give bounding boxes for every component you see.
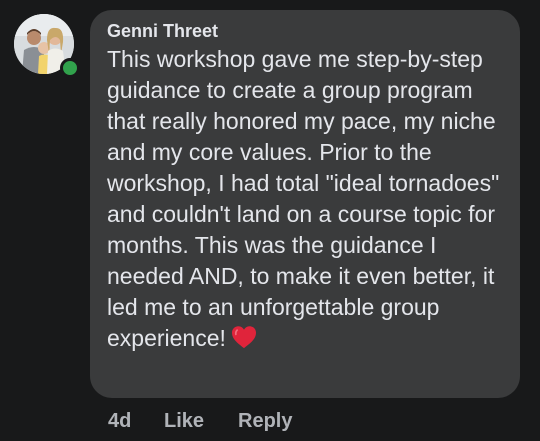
reply-button[interactable]: Reply [238, 410, 292, 433]
heart-icon [231, 326, 256, 349]
avatar-container[interactable] [14, 14, 80, 78]
comment-timestamp[interactable]: 4d [108, 410, 164, 433]
comment-bubble: Genni Threet This workshop gave me step-… [90, 10, 520, 398]
online-status-dot [60, 58, 80, 78]
comment-actions: 4d Like Reply [108, 410, 292, 433]
like-button[interactable]: Like [164, 410, 238, 433]
comment-text: This workshop gave me step-by-step guida… [107, 46, 500, 351]
comment-body: This workshop gave me step-by-step guida… [107, 44, 517, 354]
comment-author[interactable]: Genni Threet [107, 20, 506, 42]
